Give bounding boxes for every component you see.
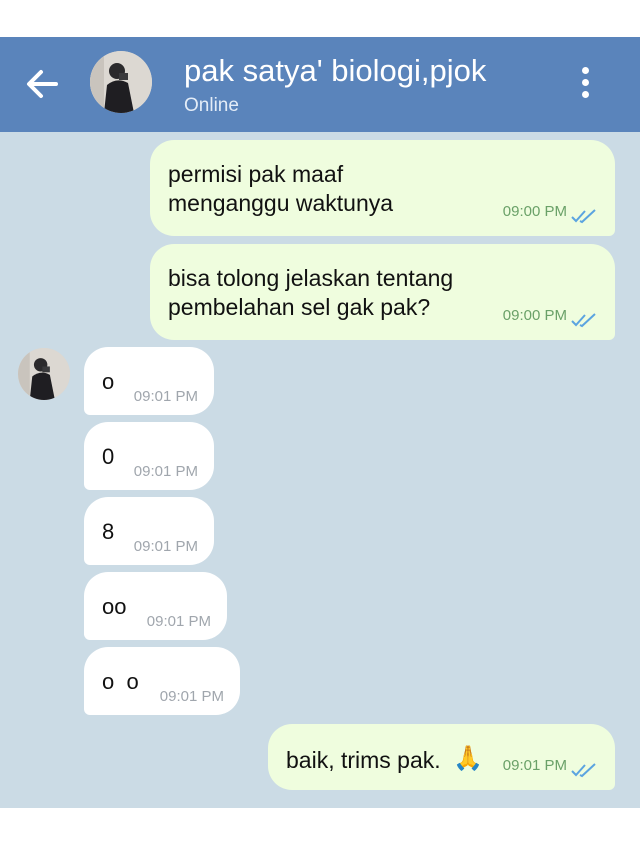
double-check-icon: [571, 763, 596, 778]
message-text-line: bisa tolong jelaskan tentang: [168, 265, 454, 291]
message-time: 09:01 PM: [133, 538, 198, 555]
incoming-message[interactable]: o o 09:01 PM: [84, 647, 240, 715]
outgoing-message[interactable]: baik, trims pak. 🙏 09:01 PM: [268, 724, 615, 790]
profile-photo-icon: [18, 348, 70, 400]
message-time: 09:01 PM: [159, 688, 224, 705]
outgoing-message[interactable]: bisa tolong jelaskan tentang pembelahan …: [150, 244, 615, 340]
message-time: 09:00 PM: [502, 203, 567, 220]
status-bar-area: [0, 0, 640, 37]
message-time: 09:01 PM: [146, 613, 211, 630]
back-button[interactable]: [22, 67, 62, 101]
incoming-message[interactable]: o 09:01 PM: [84, 347, 214, 415]
avatar[interactable]: [90, 51, 152, 113]
incoming-message[interactable]: oo 09:01 PM: [84, 572, 227, 640]
message-time: 09:00 PM: [502, 307, 567, 324]
folded-hands-emoji: 🙏: [453, 745, 483, 772]
message-text: oo: [102, 594, 127, 619]
message-text: baik, trims pak.: [286, 747, 441, 773]
message-time: 09:01 PM: [133, 388, 198, 405]
message-text-line: permisi pak maaf: [168, 161, 344, 187]
incoming-message[interactable]: 8 09:01 PM: [84, 497, 214, 565]
more-options-button[interactable]: [574, 63, 596, 105]
outgoing-message[interactable]: permisi pak maaf menganggu waktunya 09:0…: [150, 140, 615, 236]
more-vertical-icon: [574, 67, 596, 98]
message-time: 09:01 PM: [133, 463, 198, 480]
message-time: 09:01 PM: [502, 757, 567, 774]
chat-header: pak satya' biologi,pjok Online: [0, 37, 640, 132]
sender-avatar[interactable]: [18, 348, 70, 400]
arrow-left-icon: [27, 70, 58, 98]
contact-name: pak satya' biologi,pjok: [184, 53, 487, 88]
contact-status: Online: [184, 95, 239, 116]
profile-photo-icon: [90, 51, 152, 113]
double-check-icon: [571, 313, 596, 328]
message-text: o: [102, 369, 115, 394]
bottom-area: [0, 808, 640, 853]
message-text: 0: [102, 444, 115, 469]
double-check-icon: [571, 209, 596, 224]
message-list: permisi pak maaf menganggu waktunya 09:0…: [0, 132, 640, 808]
incoming-message[interactable]: 0 09:01 PM: [84, 422, 214, 490]
message-text: o o: [102, 669, 139, 694]
message-text: 8: [102, 519, 115, 544]
